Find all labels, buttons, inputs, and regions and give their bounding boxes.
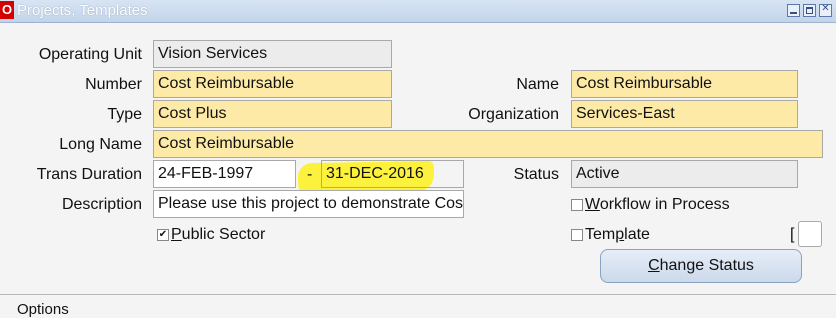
number-field[interactable]: Cost Reimbursable: [153, 70, 392, 98]
descriptive-flexfield-field[interactable]: [798, 221, 822, 247]
workflow-label: Workflow in Process: [585, 196, 730, 213]
long-name-label: Long Name: [59, 136, 142, 153]
name-label: Name: [516, 76, 559, 93]
public-sector-checkbox[interactable]: ✔ Public Sector: [157, 224, 265, 246]
options-section: Options: [0, 294, 836, 318]
type-field[interactable]: Cost Plus: [153, 100, 392, 128]
description-field[interactable]: Please use this project to demonstrate C…: [153, 190, 464, 218]
trans-duration-from-field[interactable]: 24-FEB-1997: [153, 160, 296, 188]
long-name-field[interactable]: Cost Reimbursable: [153, 130, 823, 158]
date-range-separator: -: [307, 166, 313, 183]
workflow-in-process-checkbox[interactable]: Workflow in Process: [571, 194, 730, 216]
operating-unit-field[interactable]: Vision Services: [153, 40, 392, 68]
name-field[interactable]: Cost Reimbursable: [571, 70, 798, 98]
change-status-button[interactable]: Change Status: [600, 249, 802, 283]
status-label: Status: [513, 166, 559, 183]
operating-unit-label: Operating Unit: [38, 46, 142, 63]
trans-duration-label: Trans Duration: [36, 166, 142, 183]
template-label: Template: [585, 226, 650, 243]
public-sector-label: Public Sector: [171, 226, 266, 243]
organization-field[interactable]: Services-East: [571, 100, 798, 128]
minimize-icon[interactable]: [787, 4, 800, 17]
status-field[interactable]: Active: [571, 160, 798, 188]
flexfield-bracket: [: [790, 226, 795, 243]
organization-label: Organization: [468, 106, 559, 123]
checkbox-box[interactable]: [571, 229, 583, 241]
description-label: Description: [61, 196, 142, 213]
window-title-bar: O Projects, Templates: [0, 0, 836, 23]
maximize-icon[interactable]: [803, 4, 816, 17]
template-checkbox[interactable]: Template: [571, 224, 650, 246]
close-icon[interactable]: [819, 3, 832, 17]
checkbox-box[interactable]: [571, 199, 583, 211]
window-title: Projects, Templates: [17, 2, 148, 19]
oracle-logo-icon: O: [0, 1, 14, 19]
number-label: Number: [85, 76, 142, 93]
checkbox-checked-icon[interactable]: ✔: [157, 229, 169, 241]
type-label: Type: [107, 106, 142, 123]
window-controls: [787, 3, 832, 17]
